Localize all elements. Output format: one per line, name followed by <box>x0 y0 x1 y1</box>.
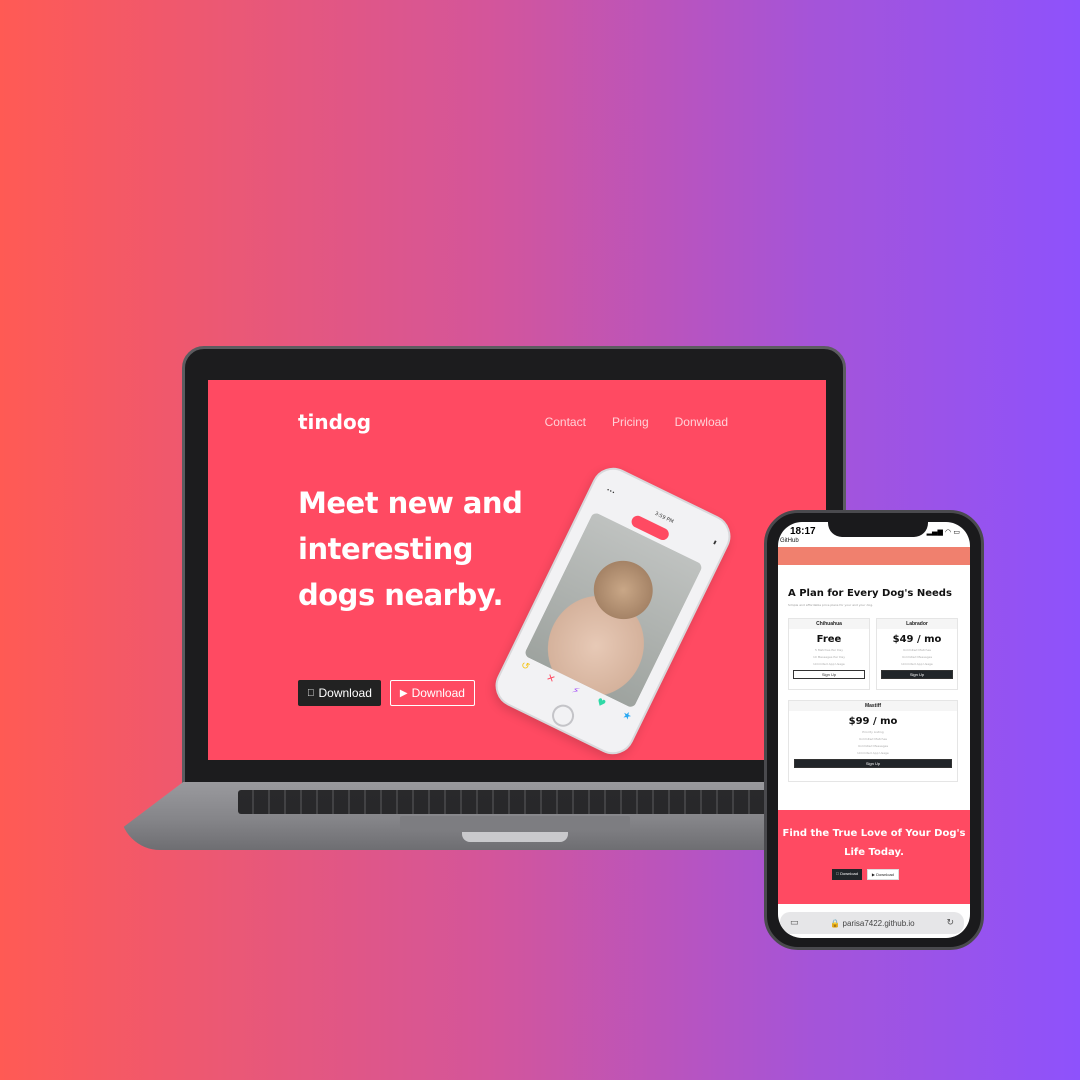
plan-name: Mastiff <box>789 701 957 711</box>
signup-button-mastiff[interactable]: Sign Up <box>794 759 952 768</box>
cta-download-buttons:  Download ▶ Download <box>832 869 899 880</box>
plan-card-mastiff: Mastiff $99 / mo Pirority Listing Unlimi… <box>788 700 958 782</box>
url-text: 🔒 parisa7422.github.io <box>830 918 915 928</box>
plan-feature: 5 Matches Per Day <box>814 648 844 652</box>
cta-play-download-button[interactable]: ▶ Download <box>866 869 899 880</box>
rewind-icon: ↺ <box>518 659 532 674</box>
status-time: 18:17 <box>790 526 816 537</box>
status-back-app[interactable]: GitHub <box>780 538 799 544</box>
plan-feature: 10 Messages Per Day <box>812 655 846 659</box>
play-download-label: Download <box>404 686 465 700</box>
nav-contact[interactable]: Contact <box>545 415 586 429</box>
brand-logo[interactable]: tindog <box>298 410 371 434</box>
plan-card-labrador: Labrador $49 / mo Unlimited Matches Unli… <box>876 618 958 690</box>
plan-name: Chihuahua <box>789 619 869 629</box>
play-download-button[interactable]: ▶ Download <box>389 680 475 706</box>
plan-feature: Unlimited Messages <box>901 655 933 659</box>
mockup-battery-icon: ▮ <box>712 539 718 547</box>
hero-title: Meet new and interesting dogs nearby. <box>298 486 523 612</box>
plan-price: Free <box>816 634 842 645</box>
plan-price: $49 / mo <box>892 634 942 645</box>
apple-icon:  <box>307 688 315 699</box>
plan-price: $99 / mo <box>848 716 898 727</box>
cta-section: Find the True Love of Your Dog's Life To… <box>778 810 970 904</box>
mockup-home-button <box>548 700 578 731</box>
plan-card-chihuahua: Chihuahua Free 5 Matches Per Day 10 Mess… <box>788 618 870 690</box>
url-value: parisa7422.github.io <box>842 918 915 928</box>
play-store-icon: ▶ <box>392 687 408 699</box>
mockup-signal-icon: ••• <box>605 487 616 497</box>
plan-feature: Pirority Listing <box>862 730 884 734</box>
nope-icon: ✕ <box>544 672 557 686</box>
apple-download-label: Download <box>311 686 372 700</box>
laptop-hinge-notch <box>462 832 568 842</box>
signup-button-chihuahua[interactable]: Sign Up <box>793 670 865 679</box>
cta-title: Find the True Love of Your Dog's Life To… <box>782 828 966 858</box>
laptop-keyboard <box>238 790 798 814</box>
cta-apple-label: Download <box>836 871 858 876</box>
cta-play-label: Download <box>871 872 894 877</box>
plan-feature: Unlimited Messages <box>857 744 889 748</box>
browser-url-bar[interactable]: ▭ 🔒 parisa7422.github.io ↻ <box>780 912 964 934</box>
laptop-screen: tindog Contact Pricing Donwload Meet new… <box>208 380 826 760</box>
nav-download[interactable]: Donwload <box>675 415 728 429</box>
boost-icon: ⚡ <box>569 684 582 698</box>
like-icon: ♥ <box>594 696 608 711</box>
plan-feature: Unlimited App Usage <box>857 751 889 755</box>
nav-pricing[interactable]: Pricing <box>612 415 649 429</box>
phone-screen: 18:17 GitHub ▂▄▆ ◠ ▭ A Plan for Every Do… <box>778 522 970 938</box>
superlike-icon: ★ <box>620 709 634 724</box>
top-nav: Contact Pricing Donwload <box>545 415 728 429</box>
plan-feature: Unlimited Matches <box>903 648 931 652</box>
plans-subtitle: Simple and affordable price plans for yo… <box>788 603 874 607</box>
status-icons: ▂▄▆ ◠ ▭ <box>926 528 960 536</box>
plan-feature: Unlimited App Usage <box>901 662 933 666</box>
reload-icon[interactable]: ↻ <box>946 918 954 928</box>
coral-section-strip <box>778 547 970 565</box>
laptop-trackpad <box>400 816 630 830</box>
download-buttons:  Download ▶ Download <box>298 680 475 706</box>
signup-button-labrador[interactable]: Sign Up <box>881 670 953 679</box>
tabs-icon[interactable]: ▭ <box>790 918 799 928</box>
plan-feature: Unlimited Matches <box>859 737 887 741</box>
phone-notch <box>828 517 928 537</box>
plans-title: A Plan for Every Dog's Needs <box>788 588 952 599</box>
apple-download-button[interactable]:  Download <box>298 680 381 706</box>
plan-feature: Unlimited App Usage <box>813 662 845 666</box>
cta-apple-download-button[interactable]:  Download <box>832 869 862 880</box>
plan-name: Labrador <box>877 619 957 629</box>
